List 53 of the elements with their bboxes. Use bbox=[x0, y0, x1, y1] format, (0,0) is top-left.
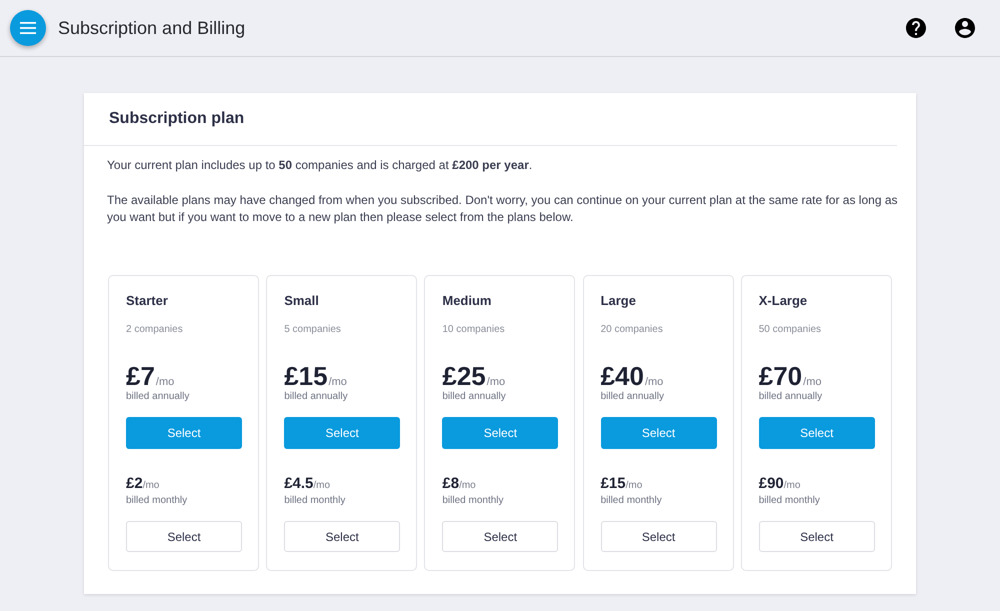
plan-companies: 10 companies bbox=[442, 323, 505, 337]
price: £8 bbox=[442, 475, 460, 493]
select-button[interactable]: Select bbox=[442, 521, 558, 552]
plan-name: Large bbox=[600, 293, 636, 309]
select-button[interactable]: Select bbox=[758, 521, 875, 552]
billing-period: billed monthly bbox=[758, 495, 820, 507]
price-unit: /mo bbox=[313, 480, 330, 491]
billing-period: billed annually bbox=[126, 391, 190, 403]
plan-name: Small bbox=[284, 293, 319, 309]
price: £7 bbox=[126, 361, 155, 391]
price-unit: /mo bbox=[803, 376, 822, 388]
plan-note: The available plans may have changed from when you subscribed. Don't worry, you can continue on your current plan at the same rate for as long as you want but if you want to move to a new plan then please select from the plans below. bbox=[107, 192, 899, 226]
price: £15 bbox=[284, 361, 328, 391]
plan-companies: 2 companies bbox=[126, 323, 183, 337]
billing-period: billed annually bbox=[284, 391, 348, 403]
price: £40 bbox=[600, 361, 644, 391]
page-title: Subscription and Billing bbox=[58, 18, 246, 38]
plan-companies: 20 companies bbox=[600, 323, 663, 337]
plan-name: Starter bbox=[126, 293, 168, 309]
price-unit: /mo bbox=[644, 376, 664, 388]
price-unit: /mo bbox=[784, 480, 800, 491]
billing-period: billed monthly bbox=[284, 495, 346, 507]
card-title: Subscription plan bbox=[109, 110, 244, 128]
price: £90 bbox=[758, 475, 784, 493]
price: £15 bbox=[600, 475, 626, 493]
price-unit: /mo bbox=[626, 480, 642, 491]
billing-period: billed monthly bbox=[442, 495, 504, 507]
menu-icon bbox=[20, 22, 36, 34]
price-unit: /mo bbox=[459, 480, 476, 491]
price-unit: /mo bbox=[328, 376, 347, 388]
billing-period: billed annually bbox=[442, 391, 506, 403]
help-icon[interactable] bbox=[906, 18, 926, 38]
price: £70 bbox=[758, 361, 802, 391]
plan-companies: 5 companies bbox=[284, 323, 341, 337]
select-button[interactable]: Select bbox=[600, 521, 717, 552]
price-unit: /mo bbox=[142, 480, 160, 491]
plan-companies: 50 companies bbox=[758, 323, 822, 337]
menu-button[interactable] bbox=[10, 10, 46, 46]
plan-name: Medium bbox=[442, 293, 492, 309]
billing-period: billed monthly bbox=[600, 495, 662, 507]
price-unit: /mo bbox=[486, 376, 506, 388]
billing-period: billed monthly bbox=[126, 495, 188, 507]
billing-period: billed annually bbox=[600, 391, 664, 403]
price: £4.5 bbox=[284, 475, 314, 493]
price: £2 bbox=[126, 475, 143, 493]
price-unit: /mo bbox=[156, 376, 174, 388]
account-icon[interactable] bbox=[955, 18, 975, 38]
price: £25 bbox=[442, 361, 486, 391]
select-button[interactable]: Select bbox=[126, 521, 242, 552]
billing-period: billed annually bbox=[758, 391, 822, 403]
select-button[interactable]: Select bbox=[284, 521, 400, 552]
plan-name: X-Large bbox=[758, 293, 808, 309]
plan-summary: Your current plan includes up to 50 companies and is charged at £200 per year. bbox=[107, 157, 534, 174]
